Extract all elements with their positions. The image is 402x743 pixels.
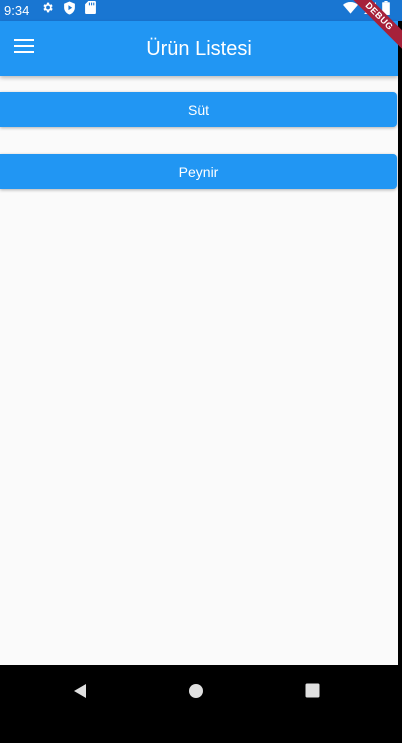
product-button-peynir[interactable]: Peynir (0, 154, 397, 189)
wifi-icon (343, 1, 358, 19)
system-nav-bar (0, 665, 402, 743)
page-title: Ürün Listesi (146, 38, 252, 60)
settings-gear-icon (41, 1, 54, 19)
status-time: 9:34 (4, 3, 30, 18)
home-circle-icon (188, 683, 204, 704)
status-system-icons (343, 0, 390, 20)
nav-back-button[interactable] (65, 678, 95, 708)
product-button-sut[interactable]: Süt (0, 92, 397, 127)
cell-signal-icon (364, 1, 376, 19)
content-area: Süt Peynir (0, 76, 398, 665)
screen-edge-strip (398, 21, 402, 665)
sd-card-icon (85, 1, 96, 19)
status-bar: 9:34 (0, 0, 402, 21)
shield-play-icon (63, 1, 76, 20)
app-bar: Ürün Listesi (0, 21, 398, 76)
recents-square-icon (305, 683, 320, 703)
product-list: Süt Peynir (0, 92, 398, 216)
nav-home-button[interactable] (181, 678, 211, 708)
battery-icon (382, 0, 390, 20)
phone-screen: 9:34 Ürün Listesi Süt Peynir DEBUG (0, 0, 402, 743)
back-triangle-icon (72, 683, 88, 704)
nav-recents-button[interactable] (297, 678, 327, 708)
status-notification-icons (41, 1, 96, 20)
